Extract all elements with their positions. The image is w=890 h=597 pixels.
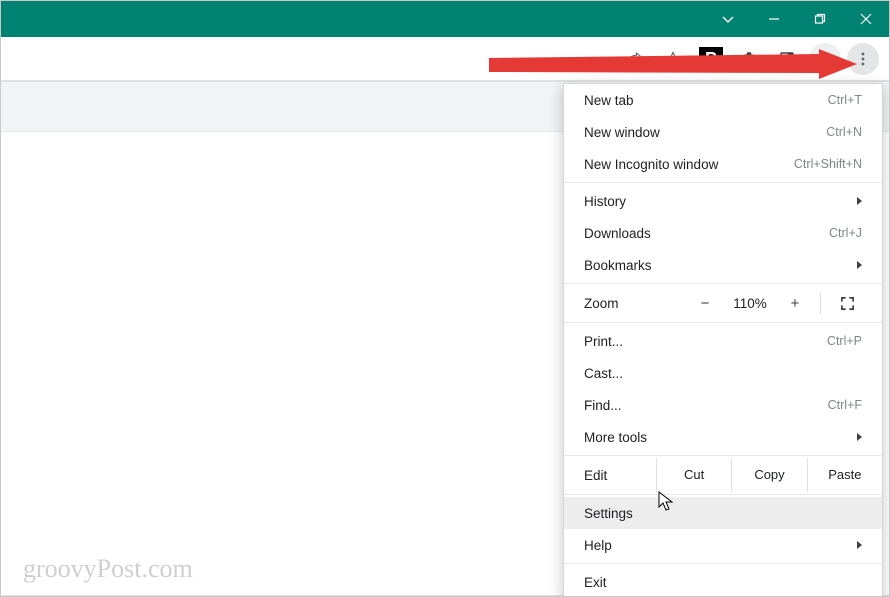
menu-item-print[interactable]: Print... Ctrl+P (564, 325, 882, 357)
menu-label: New Incognito window (584, 157, 718, 172)
app-window: P New tab Ctrl+T New window Ctrl+N New I… (0, 0, 890, 597)
menu-separator (564, 455, 882, 456)
edit-cut-button[interactable]: Cut (656, 458, 731, 492)
menu-label: More tools (584, 430, 647, 445)
menu-label: Bookmarks (584, 258, 652, 273)
menu-label: Downloads (584, 226, 651, 241)
menu-item-zoom: Zoom − 110% + (564, 286, 882, 320)
share-icon[interactable] (619, 43, 651, 75)
window-maximize-button[interactable] (797, 1, 843, 37)
menu-item-more-tools[interactable]: More tools (564, 421, 882, 453)
menu-label: Exit (584, 575, 607, 590)
window-minimize-button[interactable] (751, 1, 797, 37)
menu-separator (564, 283, 882, 284)
readinglist-icon[interactable] (771, 43, 803, 75)
menu-separator (564, 563, 882, 564)
menu-shortcut: Ctrl+J (829, 226, 862, 240)
menu-item-settings[interactable]: Settings (564, 497, 882, 529)
menu-separator (564, 182, 882, 183)
edit-paste-button[interactable]: Paste (807, 458, 882, 492)
menu-item-edit: Edit Cut Copy Paste (564, 458, 882, 492)
menu-shortcut: Ctrl+F (828, 398, 862, 412)
menu-label: Cast... (584, 366, 623, 381)
menu-item-new-window[interactable]: New window Ctrl+N (564, 116, 882, 148)
menu-item-new-incognito[interactable]: New Incognito window Ctrl+Shift+N (564, 148, 882, 180)
menu-label: Help (584, 538, 612, 553)
window-close-button[interactable] (843, 1, 889, 37)
zoom-out-button[interactable]: − (688, 295, 722, 312)
chrome-menu: New tab Ctrl+T New window Ctrl+N New Inc… (563, 83, 883, 597)
menu-separator (564, 322, 882, 323)
menu-separator (564, 494, 882, 495)
menu-item-cast[interactable]: Cast... (564, 357, 882, 389)
titlebar (1, 1, 889, 37)
menu-item-bookmarks[interactable]: Bookmarks (564, 249, 882, 281)
menu-shortcut: Ctrl+N (826, 125, 862, 139)
menu-label: Settings (584, 506, 633, 521)
menu-item-find[interactable]: Find... Ctrl+F (564, 389, 882, 421)
menu-label: Zoom (584, 296, 688, 311)
menu-label: Print... (584, 334, 623, 349)
zoom-divider (820, 292, 821, 314)
menu-shortcut: Ctrl+T (828, 93, 862, 107)
menu-label: History (584, 194, 626, 209)
menu-label: New tab (584, 93, 634, 108)
extensions-icon[interactable] (733, 43, 765, 75)
star-icon[interactable] (657, 43, 689, 75)
edit-copy-button[interactable]: Copy (731, 458, 806, 492)
chevron-right-icon (857, 541, 862, 549)
extension-badge-label: P (699, 47, 723, 71)
zoom-in-button[interactable]: + (778, 295, 812, 312)
menu-label: New window (584, 125, 660, 140)
chevron-right-icon (857, 433, 862, 441)
titlebar-chevron-icon[interactable] (705, 1, 751, 37)
chevron-right-icon (857, 261, 862, 269)
browser-toolbar: P (1, 37, 889, 81)
menu-label: Edit (584, 468, 656, 483)
menu-item-help[interactable]: Help (564, 529, 882, 561)
chevron-right-icon (857, 197, 862, 205)
menu-item-history[interactable]: History (564, 185, 882, 217)
menu-item-new-tab[interactable]: New tab Ctrl+T (564, 84, 882, 116)
menu-item-downloads[interactable]: Downloads Ctrl+J (564, 217, 882, 249)
fullscreen-icon[interactable] (832, 292, 862, 314)
avatar-icon[interactable] (809, 43, 841, 75)
menu-shortcut: Ctrl+Shift+N (794, 157, 862, 171)
watermark-text: groovyPost.com (23, 554, 193, 584)
menu-label: Find... (584, 398, 622, 413)
zoom-value: 110% (722, 296, 778, 311)
more-icon[interactable] (847, 43, 879, 75)
menu-shortcut: Ctrl+P (827, 334, 862, 348)
menu-item-exit[interactable]: Exit (564, 566, 882, 597)
extension-badge[interactable]: P (695, 43, 727, 75)
